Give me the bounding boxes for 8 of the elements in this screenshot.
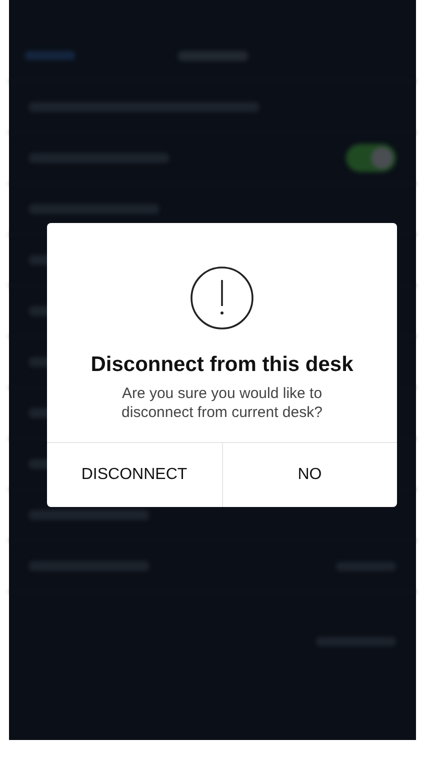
- toggle-switch[interactable]: [346, 144, 396, 172]
- dialog-title: Disconnect from this desk: [90, 352, 354, 378]
- exclamation-circle-icon: [190, 266, 254, 330]
- dialog-message: Are you sure you would like to disconnect from current desk?: [120, 384, 324, 422]
- back-link-blurred: [25, 51, 75, 60]
- dialog-button[interactable]: NO: [222, 443, 397, 508]
- dialog-button[interactable]: DISCONNECT: [47, 443, 222, 508]
- title-blurred: [178, 50, 248, 60]
